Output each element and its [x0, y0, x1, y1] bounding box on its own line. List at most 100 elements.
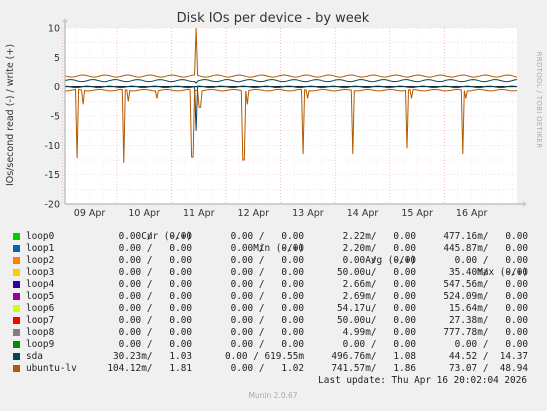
legend-series-name: loop6: [26, 303, 55, 314]
last-update: Last update: Thu Apr 16 20:02:04 2026: [318, 375, 527, 386]
legend-avg-value: 0.00 / 0.00: [342, 255, 416, 266]
legend-cur-value: 30.23m/ 1.03: [112, 351, 192, 362]
legend-footer: Last update: Thu Apr 16 20:02:04 2026: [0, 375, 547, 387]
legend-series-name: loop7: [26, 315, 55, 326]
legend-min-value: 0.00 / 0.00: [230, 303, 304, 314]
legend-cur-value: 0.00 / 0.00: [118, 279, 192, 290]
legend-row-loop1: loop1 0.00 / 0.00 0.00 / 0.00 2.20m/ 0.00 44…: [0, 243, 547, 255]
legend-max-value: 524.09m/ 0.00: [443, 291, 528, 302]
legend-series-name: loop8: [26, 327, 55, 338]
legend-cur-value: 104.12m/ 1.81: [107, 363, 192, 374]
munin-graph: 10 5 0 -5 -10 -15 -20 09 Apr 10 Apr 11 Apr 12 Apr…: [0, 0, 547, 407]
legend-avg-value: 4.99m/ 0.00: [342, 327, 416, 338]
legend-max-value: 44.52 / 14.37: [448, 351, 528, 362]
legend-rows: loop0 0.00 / 0.00 0.00 / 0.00 2.22m/ 0.00 47…: [0, 231, 547, 375]
legend-swatch: [13, 365, 20, 372]
legend-max-value: 445.87m/ 0.00: [443, 243, 528, 254]
legend-max-value: 547.56m/ 0.00: [443, 279, 528, 290]
legend-series-name: loop9: [26, 339, 55, 350]
legend-max-value: 0.00 / 0.00: [454, 339, 528, 350]
legend-row-ubuntu-lv: ubuntu-lv 104.12m/ 1.81 0.00 / 1.02 741.57m…: [0, 363, 547, 375]
legend-avg-value: 2.20m/ 0.00: [342, 243, 416, 254]
legend-avg-value: 2.66m/ 0.00: [342, 279, 416, 290]
legend-series-name: loop3: [26, 267, 55, 278]
x-tick-label: 11 Apr: [183, 208, 215, 219]
legend-min-value: 0.00 / 0.00: [230, 279, 304, 290]
legend-cur-value: 0.00 / 0.00: [118, 339, 192, 350]
legend-avg-value: 496.76m/ 1.08: [331, 351, 416, 362]
y-tick-label: -20: [44, 200, 60, 211]
legend-min-value: 0.00 / 0.00: [230, 231, 304, 242]
legend-avg-value: 50.00u/ 0.00: [336, 267, 416, 278]
y-tick-label: 5: [54, 53, 60, 64]
y-tick-label: 0: [54, 82, 60, 93]
legend-max-value: 777.78m/ 0.00: [443, 327, 528, 338]
legend-max-value: 15.64m/ 0.00: [448, 303, 528, 314]
x-tick-label: 14 Apr: [347, 208, 379, 219]
legend-max-value: 35.40m/ 0.00: [448, 267, 528, 278]
legend-cur-value: 0.00 / 0.00: [118, 291, 192, 302]
y-tick-label: -10: [44, 141, 60, 152]
legend-avg-value: 0.00 / 0.00: [342, 339, 416, 350]
legend-swatch: [13, 245, 20, 252]
legend-series-name: loop1: [26, 243, 55, 254]
legend-series-name: loop2: [26, 255, 55, 266]
x-tick-label: 09 Apr: [74, 208, 106, 219]
legend-row-loop4: loop4 0.00 / 0.00 0.00 / 0.00 2.66m/ 0.00 54…: [0, 279, 547, 291]
legend-max-value: 477.16m/ 0.00: [443, 231, 528, 242]
legend-swatch: [13, 353, 20, 360]
legend-cur-value: 0.00 / 0.00: [118, 255, 192, 266]
legend-table: Cur (-/+) Min (-/+) Avg (-/+) Max (-/+) …: [0, 219, 547, 387]
legend-row-loop6: loop6 0.00 / 0.00 0.00 / 0.00 54.17u/ 0.00 1…: [0, 303, 547, 315]
legend-swatch: [13, 233, 20, 240]
legend-min-value: 0.00 / 0.00: [230, 315, 304, 326]
legend-series-name: loop0: [26, 231, 55, 242]
x-tick-label: 15 Apr: [401, 208, 433, 219]
legend-cur-value: 0.00 / 0.00: [118, 327, 192, 338]
y-tick-label: -15: [44, 170, 60, 181]
legend-series-name: sda: [26, 351, 43, 362]
legend-row-loop5: loop5 0.00 / 0.00 0.00 / 0.00 2.69m/ 0.00 52…: [0, 291, 547, 303]
legend-swatch: [13, 329, 20, 336]
x-tick-label: 16 Apr: [456, 208, 488, 219]
legend-avg-value: 2.22m/ 0.00: [342, 231, 416, 242]
legend-row-loop3: loop3 0.00 / 0.00 0.00 / 0.00 50.00u/ 0.00 3…: [0, 267, 547, 279]
y-axis-label: IOs/second read (-) / write (+): [5, 44, 16, 186]
rrdtool-credit: RRDTOOL / TOBI OETIKER: [535, 52, 543, 149]
y-tick-label: 10: [48, 24, 60, 35]
legend-avg-value: 54.17u/ 0.00: [336, 303, 416, 314]
legend-max-value: 73.07 / 48.94: [448, 363, 528, 374]
legend-max-value: 0.00 / 0.00: [454, 255, 528, 266]
legend-header: Cur (-/+) Min (-/+) Avg (-/+) Max (-/+): [0, 219, 547, 278]
legend-cur-value: 0.00 / 0.00: [118, 303, 192, 314]
legend-row-sda: sda 30.23m/ 1.03 0.00 / 619.55m 496.76m/ 1.…: [0, 351, 547, 363]
legend-min-value: 0.00 / 0.00: [230, 267, 304, 278]
legend-series-name: loop5: [26, 291, 55, 302]
legend-swatch: [13, 281, 20, 288]
legend-cur-value: 0.00 / 0.00: [118, 243, 192, 254]
legend-min-value: 0.00 / 0.00: [230, 291, 304, 302]
legend-min-value: 0.00 / 0.00: [230, 255, 304, 266]
x-tick-label: 12 Apr: [238, 208, 270, 219]
legend-row-loop2: loop2 0.00 / 0.00 0.00 / 0.00 0.00 / 0.00 0.…: [0, 255, 547, 267]
legend-row-loop7: loop7 0.00 / 0.00 0.00 / 0.00 50.00u/ 0.00 2…: [0, 315, 547, 327]
legend-avg-value: 741.57m/ 1.86: [331, 363, 416, 374]
legend-series-name: ubuntu-lv: [26, 363, 77, 374]
legend-cur-value: 0.00 / 0.00: [118, 315, 192, 326]
legend-swatch: [13, 269, 20, 276]
chart-title: Disk IOs per device - by week: [177, 11, 370, 26]
legend-swatch: [13, 293, 20, 300]
legend-min-value: 0.00 / 1.02: [230, 363, 304, 374]
legend-min-value: 0.00 / 0.00: [230, 243, 304, 254]
legend-avg-value: 50.00u/ 0.00: [336, 315, 416, 326]
legend-swatch: [13, 257, 20, 264]
x-tick-label: 10 Apr: [128, 208, 160, 219]
legend-min-value: 0.00 / 0.00: [230, 327, 304, 338]
y-tick-label: -5: [51, 112, 60, 123]
legend-cur-value: 0.00 / 0.00: [118, 267, 192, 278]
legend-swatch: [13, 341, 20, 348]
legend-min-value: 0.00 / 619.55m: [224, 351, 304, 362]
legend-swatch: [13, 305, 20, 312]
legend-max-value: 27.38m/ 0.00: [448, 315, 528, 326]
legend-swatch: [13, 317, 20, 324]
